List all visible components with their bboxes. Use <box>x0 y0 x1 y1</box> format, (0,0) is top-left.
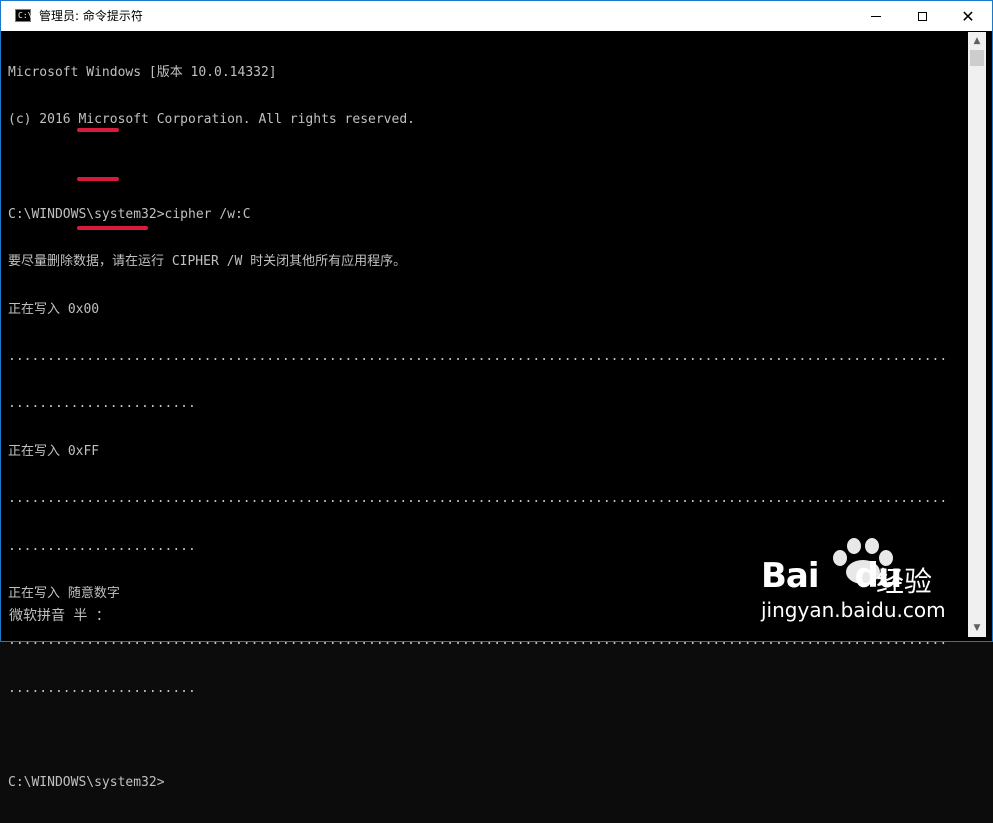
console-line: (c) 2016 Microsoft Corporation. All righ… <box>8 111 415 127</box>
progress-dots: ........................ <box>8 680 196 696</box>
window-title: 管理员: 命令提示符 <box>39 9 143 23</box>
close-button[interactable]: ✕ <box>945 1 991 31</box>
baidu-watermark: Bai du 经验 jingyan.baidu.com <box>761 536 971 626</box>
maximize-icon <box>917 11 927 21</box>
minimize-icon <box>871 15 881 17</box>
cmd-app-icon[interactable]: C:\ <box>15 9 32 22</box>
scrollbar-thumb[interactable] <box>970 50 984 66</box>
progress-dots: ........................................… <box>8 348 948 364</box>
command-prompt-window: C:\ 管理员: 命令提示符 ✕ Microsoft Windows [版本 1… <box>0 0 993 790</box>
console-line: 正在写入 0x00 <box>8 301 100 317</box>
progress-dots: ........................................… <box>8 633 948 649</box>
progress-dots: ........................................… <box>8 491 948 507</box>
console-line: 正在写入 0xFF <box>8 443 100 459</box>
highlight-underline-random <box>77 226 148 230</box>
title-bar[interactable]: C:\ 管理员: 命令提示符 ✕ <box>1 1 992 31</box>
watermark-url: jingyan.baidu.com <box>761 598 946 622</box>
console-line: Microsoft Windows [版本 10.0.14332] <box>8 64 277 80</box>
maximize-button[interactable] <box>899 1 945 31</box>
progress-dots: ........................ <box>8 396 196 412</box>
highlight-underline-0x00 <box>77 128 119 132</box>
console-line: C:\WINDOWS\system32>cipher /w:C <box>8 206 251 222</box>
highlight-underline-0xff <box>77 177 119 181</box>
console-prompt: C:\WINDOWS\system32> <box>8 775 165 791</box>
minimize-button[interactable] <box>853 1 899 31</box>
watermark-cn: 经验 <box>876 565 933 598</box>
ime-status: 微软拼音 半 ： <box>9 608 110 624</box>
scroll-up-arrow-icon[interactable]: ▲ <box>968 32 986 50</box>
console-line: 要尽量删除数据，请在运行 CIPHER /W 时关闭其他所有应用程序。 <box>8 254 407 270</box>
close-icon: ✕ <box>961 6 975 26</box>
